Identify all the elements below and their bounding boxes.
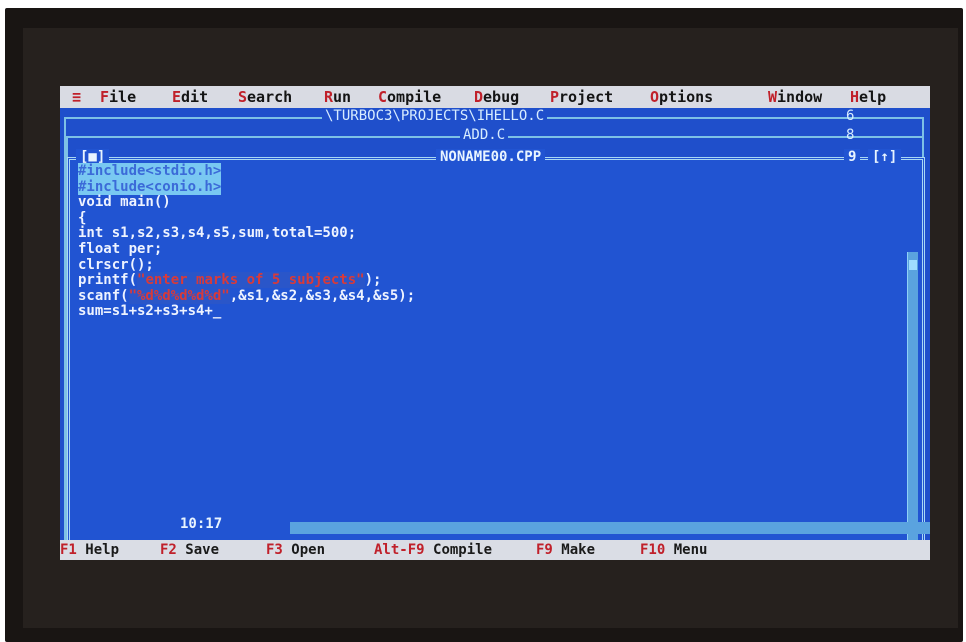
code-line: sum=s1+s2+s3+s4+_ (78, 303, 222, 320)
menu-window[interactable]: Window (768, 88, 822, 106)
code-line: { (78, 209, 87, 226)
code-line: clrscr(); (78, 256, 154, 273)
window-add-title: ADD.C (460, 127, 509, 143)
menu-search[interactable]: Search (238, 88, 292, 106)
status-menu[interactable]: F10 Menu (640, 542, 707, 558)
menu-options[interactable]: Options (650, 88, 713, 106)
system-menu-icon[interactable]: ≡ (72, 88, 81, 106)
window-ihello-title: \TURBOC3\PROJECTS\IHELLO.C (322, 108, 548, 124)
zoom-icon[interactable]: [↑] (868, 149, 902, 165)
code-line: int s1,s2,s3,s4,s5,sum,total=500; (78, 225, 357, 242)
status-bar: F1 Help F2 Save F3 Open Alt-F9 Compile F… (60, 540, 930, 560)
turbo-cpp-screen: ≡ File Edit Search Run Compile Debug Pro… (60, 86, 930, 560)
editor-title: NONAME00.CPP (436, 149, 546, 165)
code-line: #include<conio.h> (78, 178, 222, 195)
code-line: ,&s1,&s2,&s3,&s4,&s5); (229, 287, 416, 304)
cursor-position: 10:17 (176, 516, 227, 532)
menu-run[interactable]: Run (324, 88, 351, 106)
scroll-thumb[interactable] (909, 260, 917, 270)
code-line: #include<stdio.h> (78, 163, 222, 179)
string-literal: "%d%d%d%d%d" (128, 287, 230, 304)
code-area[interactable]: #include<stdio.h> #include<conio.h> void… (78, 163, 416, 320)
status-compile[interactable]: Alt-F9 Compile (374, 542, 492, 558)
code-line: float per; (78, 240, 163, 257)
string-literal: "enter marks of 5 subjects" (137, 272, 365, 289)
code-line: ); (364, 272, 382, 289)
code-line: scanf( (78, 287, 129, 304)
window-number: 9 (844, 149, 861, 165)
menu-compile[interactable]: Compile (378, 88, 441, 106)
code-line: printf( (78, 272, 138, 289)
menu-debug[interactable]: Debug (474, 88, 519, 106)
menu-project[interactable]: Project (550, 88, 613, 106)
menu-edit[interactable]: Edit (172, 88, 208, 106)
menu-help[interactable]: Help (850, 88, 886, 106)
status-open[interactable]: F3 Open (266, 542, 325, 558)
window-ihello-number: 6 (846, 108, 855, 124)
horizontal-scrollbar[interactable] (290, 522, 930, 534)
vertical-scrollbar[interactable] (907, 252, 918, 560)
menu-file[interactable]: File (100, 88, 136, 106)
status-save[interactable]: F2 Save (160, 542, 219, 558)
window-add-number: 8 (846, 127, 855, 143)
menu-bar: ≡ File Edit Search Run Compile Debug Pro… (60, 86, 930, 108)
status-help[interactable]: F1 Help (60, 542, 119, 558)
code-line: void main() (78, 194, 171, 211)
status-make[interactable]: F9 Make (536, 542, 595, 558)
